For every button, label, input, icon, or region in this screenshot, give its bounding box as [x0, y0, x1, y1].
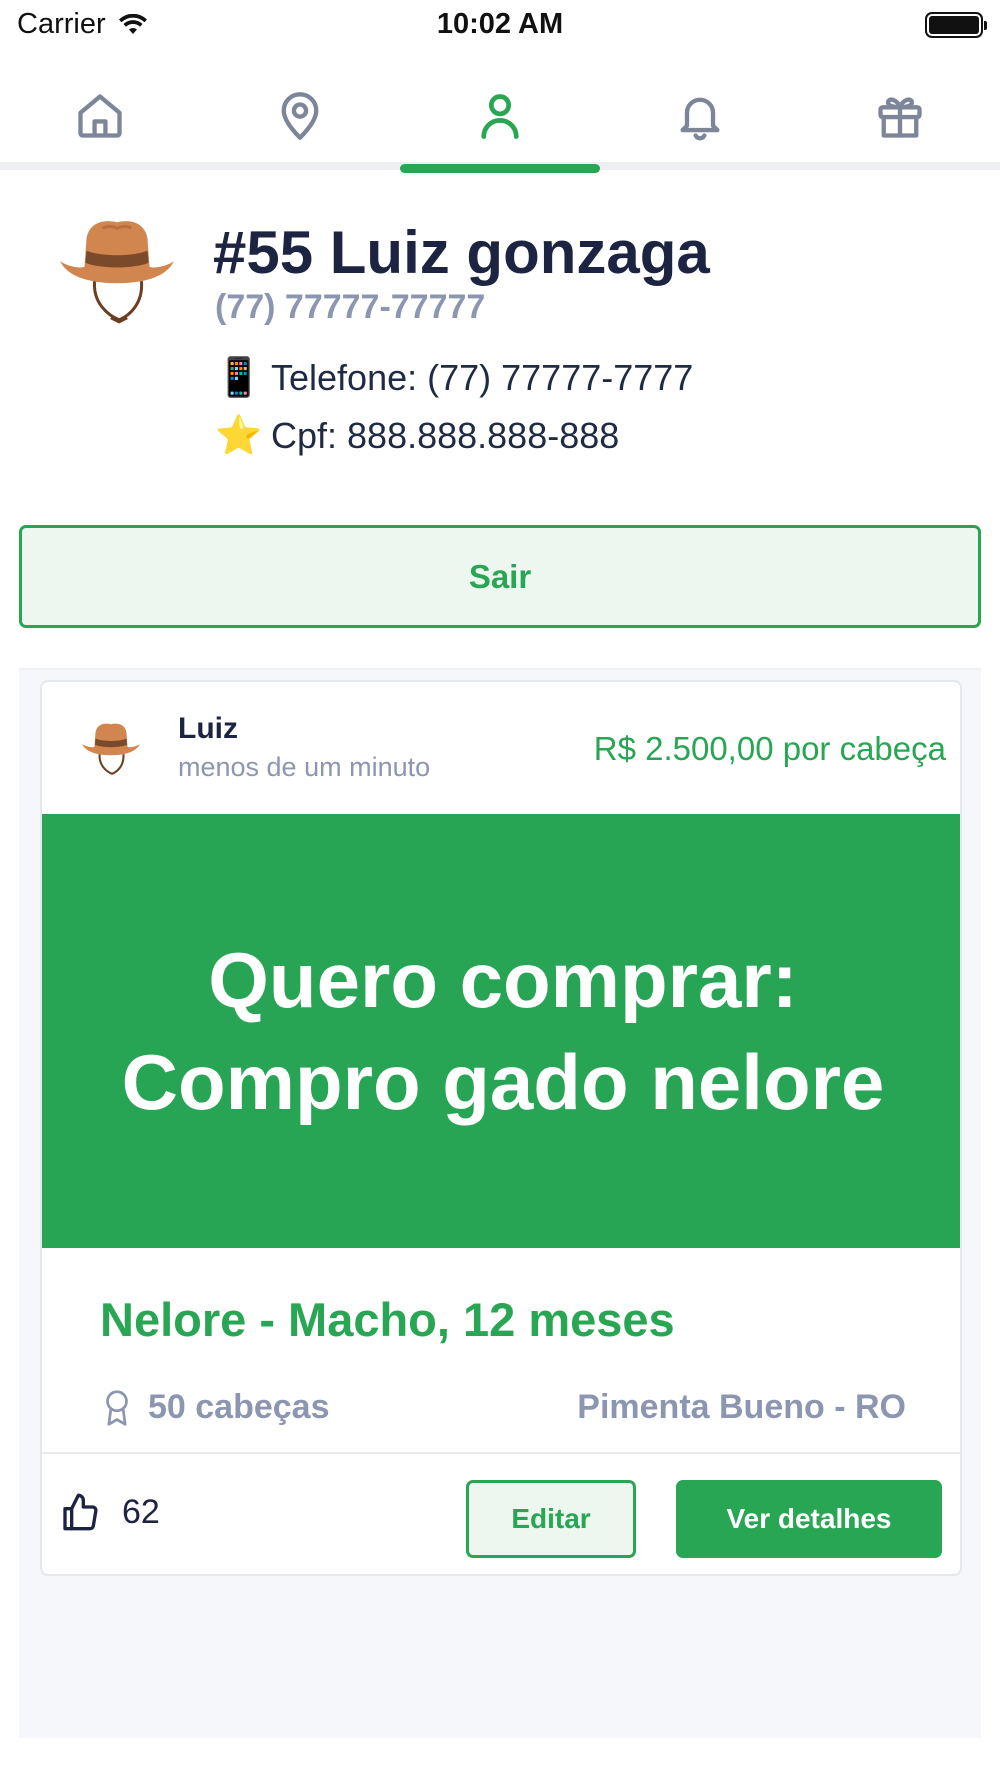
battery-icon [925, 12, 987, 38]
post-breed: Nelore - Macho, 12 meses [100, 1293, 675, 1346]
tab-rewards[interactable] [800, 70, 1000, 162]
cowboy-hat-icon [60, 221, 174, 324]
profile-cpf: Cpf: 888.888.888-888 [271, 415, 620, 456]
status-bar: Carrier 10:02 AM [0, 0, 1000, 50]
profile-phone: Telefone: (77) 77777-7777 [271, 357, 694, 398]
tab-location[interactable] [200, 70, 400, 162]
thumbs-up-icon [63, 1493, 98, 1531]
active-tab-indicator [400, 164, 600, 173]
edit-button[interactable]: Editar [466, 1480, 636, 1558]
profile-name: #55 Luiz gonzaga [213, 219, 710, 286]
clock: 10:02 AM [436, 8, 564, 40]
like-button[interactable]: 62 [60, 1492, 160, 1532]
post-banner: Quero comprar: Compro gado nelore [42, 814, 960, 1248]
cowboy-hat-icon [82, 723, 140, 775]
tab-notifications[interactable] [600, 70, 800, 162]
post-info: Nelore - Macho, 12 meses 50 cabeças Pime… [42, 1248, 960, 1454]
banner-line-1: Quero comprar: [208, 936, 798, 1024]
banner-line-2: Compro gado nelore [121, 1038, 885, 1126]
bell-icon [680, 97, 720, 141]
like-count: 62 [122, 1492, 160, 1531]
user-icon [481, 94, 519, 139]
post-author: Luiz [178, 712, 238, 745]
logout-button[interactable]: Sair [19, 525, 981, 628]
home-icon [78, 94, 122, 138]
location-pin-icon [281, 92, 319, 140]
profile-phone-line: 📱 Telefone: (77) 77777-7777 [215, 356, 693, 400]
post-actions: 62 Editar Ver detalhes [42, 1454, 960, 1574]
tab-bar [0, 70, 1000, 173]
profile-phone-subtitle: (77) 77777-77777 [215, 288, 486, 326]
post-price: R$ 2.500,00 por cabeça [593, 730, 946, 767]
gift-icon [878, 97, 922, 138]
mobile-phone-icon: 📱 [215, 357, 263, 399]
post-quantity: 50 cabeças [100, 1388, 330, 1427]
post-location: Pimenta Bueno - RO [577, 1388, 906, 1426]
post-card: Luiz menos de um minuto R$ 2.500,00 por … [40, 680, 962, 1576]
award-icon [106, 1389, 128, 1426]
post-time: menos de um minuto [178, 752, 431, 782]
profile-header: #55 Luiz gonzaga (77) 77777-77777 📱 Tele… [0, 200, 1000, 480]
profile-cpf-line: ⭐ Cpf: 888.888.888-888 [215, 414, 619, 458]
star-icon: ⭐ [215, 415, 263, 457]
view-details-button[interactable]: Ver detalhes [676, 1480, 942, 1558]
tab-home[interactable] [0, 70, 200, 162]
tab-profile[interactable] [400, 70, 600, 162]
post-quantity-label: 50 cabeças [148, 1388, 330, 1426]
post-header: Luiz menos de um minuto R$ 2.500,00 por … [42, 682, 960, 814]
